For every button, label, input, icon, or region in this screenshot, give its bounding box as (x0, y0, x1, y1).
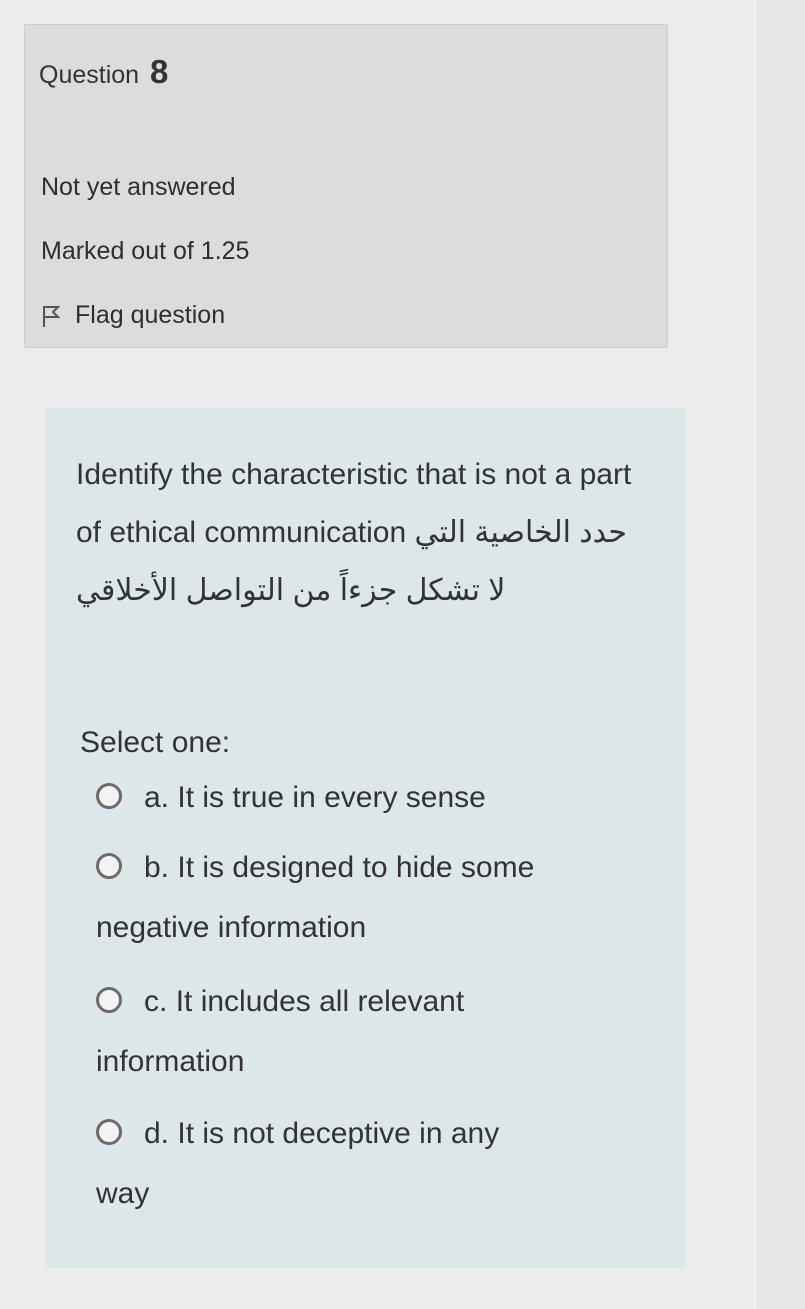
answer-letter: a. (144, 781, 170, 814)
answer-text-continued: way (96, 1177, 150, 1210)
flag-question-link[interactable]: Flag question (41, 301, 225, 330)
answer-text: It includes all relevant (175, 985, 465, 1018)
answer-text: It is not deceptive in any (177, 1117, 500, 1150)
question-grade: Marked out of 1.25 (41, 237, 250, 265)
radio-unchecked-icon[interactable] (96, 987, 122, 1014)
answer-text: It is true in every sense (177, 781, 486, 814)
answer-option-c[interactable]: c. It includes all relevant information (96, 972, 656, 1092)
right-margin (757, 0, 805, 1309)
answer-letter: d. (144, 1117, 170, 1150)
question-text: Identify the characteristic that is not … (76, 446, 636, 620)
radio-unchecked-icon[interactable] (96, 853, 122, 880)
answer-option-a[interactable]: a. It is true in every sense (96, 768, 656, 828)
answer-text-continued: negative information (96, 911, 367, 944)
question-info-panel: Question 8 Not yet answered Marked out o… (24, 24, 668, 348)
answer-option-d[interactable]: d. It is not deceptive in any way (96, 1104, 656, 1224)
select-one-label: Select one: (80, 726, 231, 759)
question-content: Identify the characteristic that is not … (46, 408, 686, 1268)
answer-text: It is designed to hide some (177, 851, 535, 884)
answer-letter: b. (144, 851, 170, 884)
radio-unchecked-icon[interactable] (96, 1119, 122, 1146)
question-state: Not yet answered (41, 173, 236, 201)
radio-unchecked-icon[interactable] (96, 783, 122, 810)
flag-icon (41, 304, 63, 328)
answer-text-continued: information (96, 1045, 245, 1078)
question-label: Question (39, 61, 140, 89)
answer-letter: c. (144, 985, 168, 1018)
page: Question 8 Not yet answered Marked out o… (0, 0, 805, 1309)
question-number: Question 8 (39, 53, 168, 91)
flag-question-label: Flag question (75, 301, 226, 329)
answer-option-b[interactable]: b. It is designed to hide some negative … (96, 838, 656, 958)
question-number-value: 8 (150, 53, 169, 90)
